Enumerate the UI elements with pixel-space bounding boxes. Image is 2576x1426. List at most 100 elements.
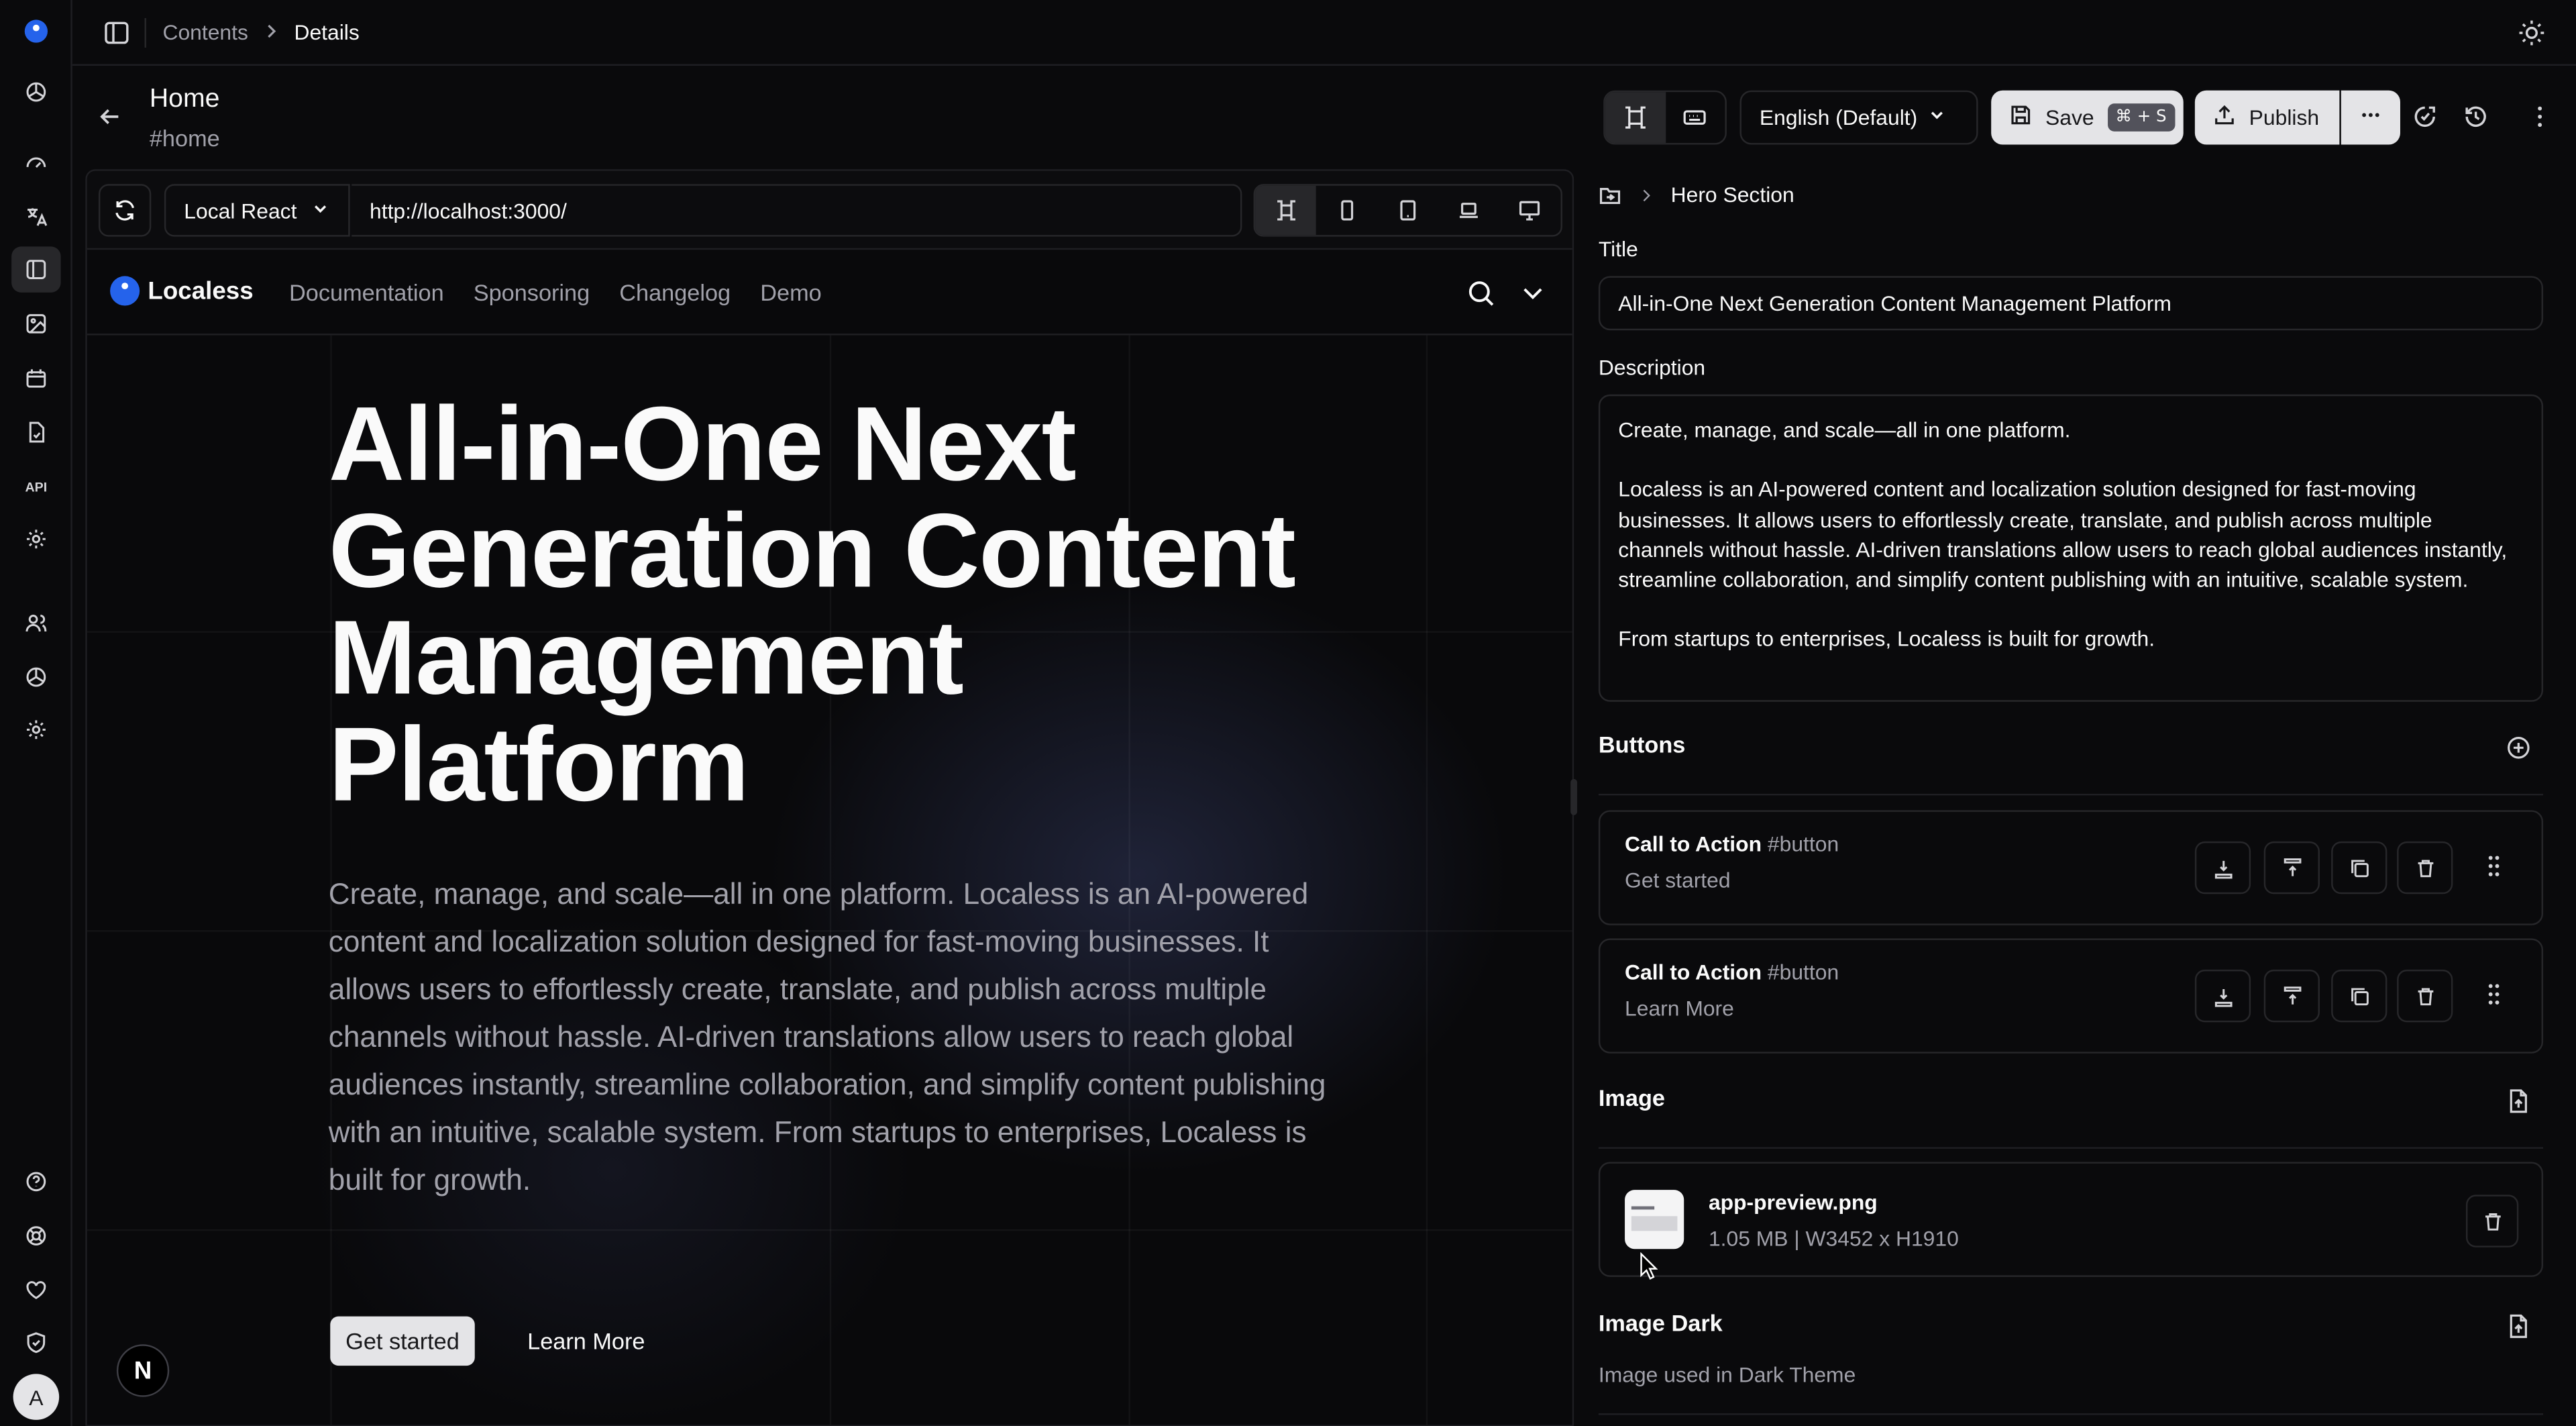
schema-section-name: Hero Section [1670, 182, 1794, 207]
mobile-icon[interactable] [1316, 186, 1377, 235]
button-item-tag: #button [1767, 831, 1839, 856]
hero-learn-more-link[interactable]: Learn More [527, 1317, 645, 1366]
insert-icon [2214, 860, 2232, 878]
publish-more-button[interactable] [2341, 90, 2400, 145]
nextjs-badge-icon[interactable]: N [116, 1344, 170, 1397]
more-vertical-icon[interactable] [2527, 103, 2553, 130]
button-item-card[interactable]: Call to Action #button Get started [1598, 810, 2544, 925]
shield-icon[interactable] [11, 1320, 60, 1366]
description-textarea[interactable]: Create, manage, and scale—all in one pla… [1598, 394, 2544, 702]
preview-url-input[interactable]: http://localhost:3000/ [352, 184, 1242, 237]
folder-icon[interactable] [1599, 183, 1621, 206]
history-icon[interactable] [2463, 103, 2489, 130]
panel-resize-handle[interactable] [1570, 778, 1578, 815]
mouse-cursor-icon [1640, 1252, 1658, 1280]
form-editor-icon[interactable] [1665, 92, 1725, 143]
insert-icon [2214, 988, 2232, 1007]
button-item-value: Get started [1625, 868, 1731, 893]
button-item-schema: Call to Action [1625, 831, 1762, 856]
title-input[interactable]: All-in-One Next Generation Content Manag… [1598, 276, 2544, 331]
button-item-tag: #button [1767, 960, 1839, 984]
language-select[interactable]: English (Default) [1739, 90, 1978, 145]
sun-icon[interactable] [2517, 18, 2546, 48]
site-nav-demo[interactable]: Demo [760, 279, 821, 305]
insert-above-button[interactable] [2194, 969, 2251, 1023]
reload-preview-button[interactable] [98, 184, 152, 237]
api-icon[interactable]: API [11, 464, 60, 510]
support-icon[interactable] [11, 1213, 60, 1259]
delete-button[interactable] [2397, 969, 2453, 1023]
dashboard-icon[interactable] [11, 140, 60, 186]
section-divider [1598, 1147, 2544, 1149]
add-circle-icon[interactable] [2506, 735, 2532, 761]
page-slug: #home [149, 125, 220, 152]
laptop-icon[interactable] [1438, 186, 1499, 235]
trash-icon [2417, 987, 2433, 1005]
image-icon[interactable] [11, 301, 60, 347]
schema-breadcrumb: Hero Section [1599, 183, 1794, 207]
search-icon[interactable] [1467, 279, 1495, 307]
site-navbar: Localess Documentation Sponsoring Change… [87, 250, 1572, 336]
users-icon[interactable] [11, 600, 60, 646]
tablet-icon[interactable] [1377, 186, 1438, 235]
insert-above-button[interactable] [2194, 841, 2251, 895]
image-meta: 1.05 MB | W3452 x H1910 [1708, 1225, 1959, 1251]
sponsor-heart-icon[interactable] [11, 1267, 60, 1313]
file-upload-icon[interactable] [2506, 1313, 2532, 1339]
insert-below-button[interactable] [2263, 841, 2320, 895]
hero-get-started-button[interactable]: Get started [330, 1316, 475, 1366]
duplicate-button[interactable] [2331, 841, 2387, 895]
top-bar: Contents Details [72, 0, 2576, 66]
insert-below-button[interactable] [2263, 969, 2320, 1023]
sidebar-toggle-icon[interactable] [102, 18, 131, 48]
file-icon[interactable] [11, 409, 60, 456]
device-size-toggle [1253, 184, 1562, 237]
delete-button[interactable] [2397, 841, 2453, 895]
toolbar-divider [144, 17, 146, 48]
remove-image-button[interactable] [2465, 1194, 2519, 1247]
file-upload-icon[interactable] [2506, 1088, 2532, 1114]
sync-icon[interactable] [2412, 103, 2438, 130]
breadcrumb-contents-link[interactable]: Contents [162, 19, 248, 44]
section-divider [1598, 1413, 2544, 1415]
desktop-icon[interactable] [1499, 186, 1560, 235]
button-item-card[interactable]: Call to Action #button Learn More [1598, 938, 2544, 1054]
live-preview-panel: Local React http://localhost:3000/ Local… [85, 169, 1574, 1426]
spaces-icon[interactable] [11, 69, 60, 115]
image-filename: app-preview.png [1708, 1190, 1878, 1215]
drag-handle-icon[interactable] [2485, 981, 2502, 1007]
publish-button[interactable]: Publish [2194, 90, 2340, 145]
save-button[interactable]: Save ⌘ + S [1991, 90, 2184, 145]
fit-screen-icon[interactable] [1255, 185, 1317, 236]
visual-editor-icon[interactable] [1605, 92, 1666, 144]
image-asset-card[interactable]: app-preview.png 1.05 MB | W3452 x H1910 [1598, 1162, 2544, 1277]
duplicate-button[interactable] [2331, 969, 2387, 1023]
copy-icon [2350, 987, 2368, 1005]
preview-site: Localess Documentation Sponsoring Change… [87, 250, 1572, 1425]
chevron-down-icon[interactable] [1519, 279, 1546, 305]
preview-environment-select[interactable]: Local React [164, 184, 350, 237]
back-arrow-icon[interactable] [95, 102, 125, 132]
contents-icon[interactable] [11, 246, 61, 293]
space-settings-icon[interactable] [11, 516, 60, 562]
button-item-title: Call to Action #button [1625, 960, 1839, 984]
image-thumbnail[interactable] [1625, 1190, 1684, 1250]
image-dark-section-title: Image Dark [1598, 1309, 1723, 1337]
site-nav-documentation[interactable]: Documentation [289, 279, 444, 305]
save-icon [2009, 103, 2032, 132]
app-logo-icon[interactable] [24, 19, 48, 43]
site-brand[interactable]: Localess [110, 276, 254, 306]
site-nav-sponsoring[interactable]: Sponsoring [474, 279, 590, 305]
trash-icon [2417, 859, 2433, 876]
hero-title: All-in-One Next Generation Content Manag… [328, 385, 1296, 823]
user-avatar[interactable]: A [13, 1374, 60, 1420]
section-divider [1598, 793, 2544, 796]
drag-handle-icon[interactable] [2485, 853, 2502, 879]
translate-icon[interactable] [11, 194, 60, 240]
spaces-admin-icon[interactable] [11, 654, 60, 701]
schemas-icon[interactable] [11, 355, 60, 401]
site-nav-changelog[interactable]: Changelog [619, 279, 731, 305]
settings-icon[interactable] [11, 707, 60, 753]
button-item-title: Call to Action #button [1625, 831, 1839, 856]
help-icon[interactable] [11, 1159, 60, 1205]
